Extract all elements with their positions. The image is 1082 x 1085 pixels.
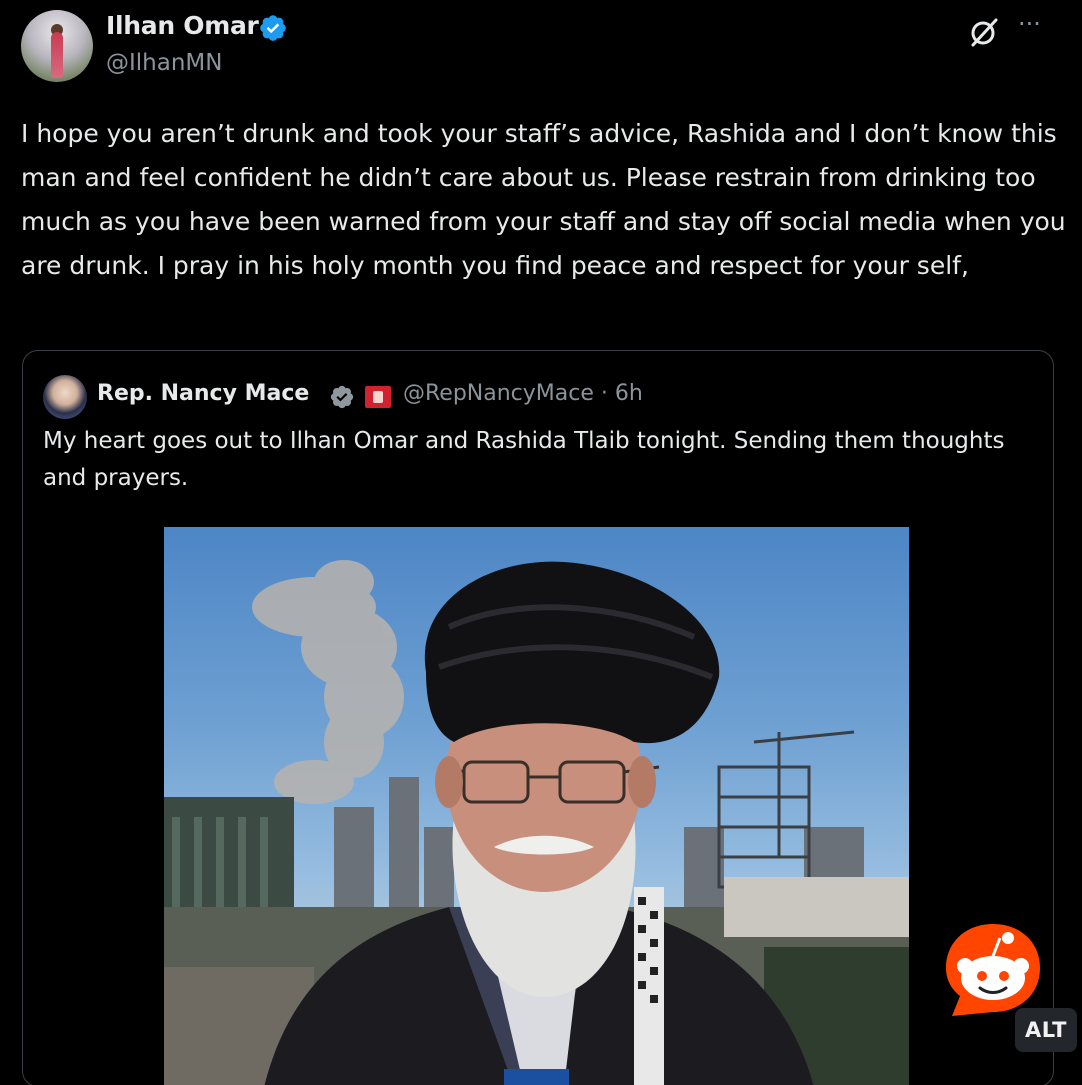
image-illustration [164, 560, 909, 1085]
quoted-tweet[interactable]: Rep. Nancy Mace @RepNancyMace · 6h My he… [22, 350, 1054, 1085]
reddit-icon [946, 924, 1040, 1016]
author-handle[interactable]: @IlhanMN [106, 50, 222, 76]
author-display-name[interactable]: Ilhan Omar [106, 11, 259, 40]
tweet-text: I hope you aren’t drunk and took your st… [21, 119, 1066, 280]
quoted-tweet-image[interactable] [164, 527, 909, 1085]
tweet: Ilhan Omar @IlhanMN ··· I hope you aren’… [0, 0, 1082, 1085]
quoted-author-handle-time[interactable]: @RepNancyMace · 6h [403, 381, 643, 406]
more-icon[interactable]: ··· [1018, 10, 1041, 38]
alt-text-badge[interactable]: ALT [1015, 1008, 1077, 1052]
grok-icon[interactable] [968, 16, 1000, 48]
quoted-tweet-text: My heart goes out to Ilhan Omar and Rash… [43, 428, 1005, 491]
house-flag-icon [365, 386, 391, 408]
quoted-verified-badge-icon [330, 385, 354, 409]
quoted-author-display-name[interactable]: Rep. Nancy Mace [97, 381, 309, 406]
quoted-author-avatar[interactable] [43, 375, 87, 419]
verified-badge-icon [260, 15, 286, 41]
author-avatar[interactable] [21, 10, 93, 82]
